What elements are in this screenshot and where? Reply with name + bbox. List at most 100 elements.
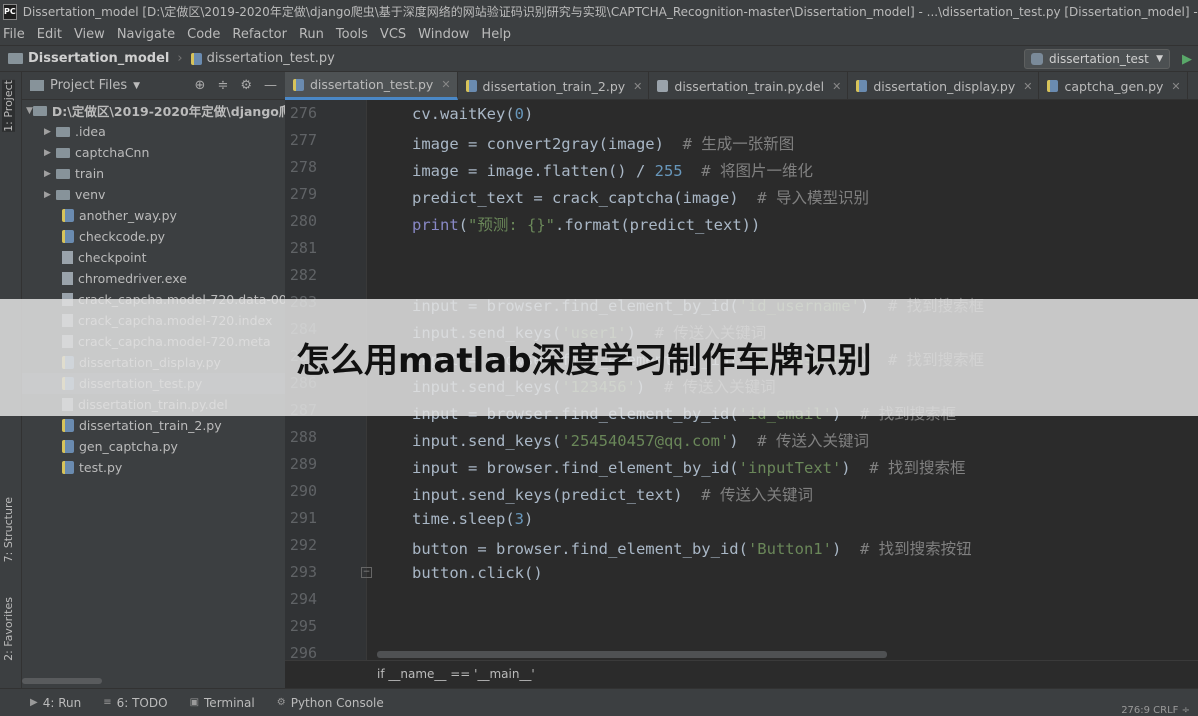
editor-tab[interactable]: dissertation_train_2.py ✕ (458, 72, 650, 100)
editor-tab[interactable]: captcha_gen.py ✕ (1039, 72, 1188, 100)
code-line[interactable]: input.send_keys('254540457@qq.com') # 传送… (412, 429, 869, 451)
menu-item-edit[interactable]: Edit (37, 27, 62, 42)
code-token: # 找到搜索按钮 (841, 540, 972, 558)
python-file-icon (62, 419, 74, 432)
code-line[interactable]: image = image.flatten() / 255 # 将图片一维化 (412, 159, 813, 181)
menu-item-refactor[interactable]: Refactor (232, 27, 287, 42)
line-number: 281 (289, 239, 317, 257)
tree-item[interactable]: chromedriver.exe (22, 268, 285, 289)
code-line[interactable]: button = browser.find_element_by_id('But… (412, 537, 972, 559)
tree-item[interactable]: ▶ venv (22, 184, 285, 205)
code-line[interactable]: button.click() (412, 564, 543, 582)
menu-item-view[interactable]: View (74, 27, 105, 42)
tool-icon: ≡ (103, 697, 112, 708)
project-panel-header: Project Files ▼ ⊕ ≑ ⚙ — (22, 72, 285, 100)
breadcrumb: Dissertation_model › dissertation_test.p… (0, 51, 335, 66)
chevron-right-icon[interactable]: ▶ (44, 190, 56, 200)
editor-scrollbar[interactable] (377, 651, 887, 658)
tree-item[interactable]: checkpoint (22, 247, 285, 268)
menu-item-file[interactable]: File (3, 27, 25, 42)
editor-tab-label: dissertation_train_2.py (482, 78, 626, 94)
bottom-tool-0[interactable]: ▶ 4: Run (30, 696, 81, 710)
tree-item[interactable]: ▶ train (22, 163, 285, 184)
menu-item-help[interactable]: Help (481, 27, 511, 42)
tool-tab-structure[interactable]: 7: Structure (2, 497, 15, 562)
project-scrollbar[interactable] (22, 678, 102, 684)
code-token: "预测: {}" (468, 216, 556, 234)
editor-tab[interactable]: dissertation_train.py.del ✕ (649, 72, 849, 100)
bottom-tool-3[interactable]: ⚙ Python Console (277, 696, 384, 710)
python-file-icon (62, 230, 74, 243)
editor-tab[interactable]: dissertation_test.py ✕ (285, 72, 458, 100)
chevron-right-icon[interactable]: ▶ (44, 148, 56, 158)
overlay-title: 怎么用matlab深度学习制作车牌识别 (296, 341, 872, 381)
line-number: 291 (289, 509, 317, 527)
tree-item[interactable]: gen_captcha.py (22, 436, 285, 457)
tree-item[interactable]: checkcode.py (22, 226, 285, 247)
tree-item[interactable]: dissertation_train_2.py (22, 415, 285, 436)
folder-icon (56, 147, 70, 158)
chevron-right-icon[interactable]: ▶ (44, 169, 56, 179)
close-icon[interactable]: ✕ (633, 80, 642, 93)
tool-tab-favorites[interactable]: 2: Favorites (2, 597, 15, 661)
run-button[interactable]: ▶ (1182, 52, 1192, 67)
python-file-icon (1047, 80, 1059, 92)
code-token: # 找到搜索框 (850, 459, 966, 477)
code-token: # 导入模型识别 (738, 189, 869, 207)
code-line[interactable]: input.send_keys(predict_text) # 传送入关键词 (412, 483, 813, 505)
menu-item-vcs[interactable]: VCS (380, 27, 406, 42)
menu-item-code[interactable]: Code (187, 27, 220, 42)
tree-item[interactable]: ▶ .idea (22, 121, 285, 142)
tree-root[interactable]: ▼ D:\定做区\2019-2020年定做\django爬虫 (22, 100, 285, 121)
chevron-down-icon[interactable]: ▼ (133, 81, 140, 91)
code-token: ( (458, 216, 469, 234)
tree-item[interactable]: another_way.py (22, 205, 285, 226)
close-icon[interactable]: ✕ (832, 80, 841, 93)
code-line[interactable]: image = convert2gray(image) # 生成一张新图 (412, 132, 794, 154)
collapse-icon[interactable]: ≑ (217, 78, 228, 93)
code-line[interactable]: input = browser.find_element_by_id('inpu… (412, 456, 965, 478)
code-token: .format(predict_text)) (555, 216, 761, 234)
breadcrumb-project[interactable]: Dissertation_model (28, 51, 169, 66)
chevron-right-icon[interactable]: ▶ (44, 127, 56, 137)
hide-icon[interactable]: — (264, 78, 277, 93)
tree-item[interactable]: test.py (22, 457, 285, 478)
menu-item-tools[interactable]: Tools (336, 27, 368, 42)
line-number: 294 (289, 590, 317, 608)
close-icon[interactable]: ✕ (441, 78, 450, 91)
menu-item-navigate[interactable]: Navigate (117, 27, 175, 42)
code-line[interactable]: time.sleep(3) (412, 510, 533, 528)
code-line[interactable]: print("预测: {}".format(predict_text)) (412, 213, 760, 235)
line-number: 295 (289, 617, 317, 635)
tree-item[interactable]: ▶ captchaCnn (22, 142, 285, 163)
locate-icon[interactable]: ⊕ (195, 78, 206, 93)
editor-tab-label: dissertation_display.py (873, 78, 1016, 94)
fold-icon[interactable]: − (361, 567, 372, 578)
code-token: ) (524, 510, 534, 528)
project-view-select[interactable]: Project Files (50, 78, 127, 93)
gear-icon[interactable]: ⚙ (240, 78, 252, 93)
navigation-bar: Dissertation_model › dissertation_test.p… (0, 45, 1198, 72)
menu-item-window[interactable]: Window (418, 27, 469, 42)
menu-bar: File Edit View Navigate Code Refactor Run Tools… (0, 23, 1198, 45)
code-line[interactable]: predict_text = crack_captcha(image) # 导入… (412, 186, 869, 208)
close-icon[interactable]: ✕ (1023, 80, 1032, 93)
code-token: 'inputText' (738, 459, 842, 477)
breadcrumb-file[interactable]: dissertation_test.py (207, 51, 335, 66)
bottom-tool-1[interactable]: ≡ 6: TODO (103, 696, 167, 710)
code-token: # 传送入关键词 (682, 486, 813, 504)
line-number: 292 (289, 536, 317, 554)
bottom-tool-2[interactable]: ▣ Terminal (190, 696, 255, 710)
tree-root-label: D:\定做区\2019-2020年定做\django爬虫 (51, 104, 285, 119)
code-token: input = browser.find_element_by_id( (412, 459, 739, 477)
menu-item-run[interactable]: Run (299, 27, 324, 42)
code-token: image = image.flatten() / (412, 162, 655, 180)
editor-breadcrumb[interactable]: if __name__ == '__main__' (285, 660, 1198, 688)
run-configuration-select[interactable]: dissertation_test ▼ (1024, 49, 1170, 69)
editor-tab[interactable]: dissertation_display.py ✕ (848, 72, 1040, 100)
tool-tab-project[interactable]: 1: Project (2, 80, 15, 132)
chevron-down-icon[interactable]: ▼ (26, 106, 33, 116)
code-line[interactable]: cv.waitKey(0) (412, 105, 533, 123)
line-number: 290 (289, 482, 317, 500)
close-icon[interactable]: ✕ (1171, 80, 1180, 93)
